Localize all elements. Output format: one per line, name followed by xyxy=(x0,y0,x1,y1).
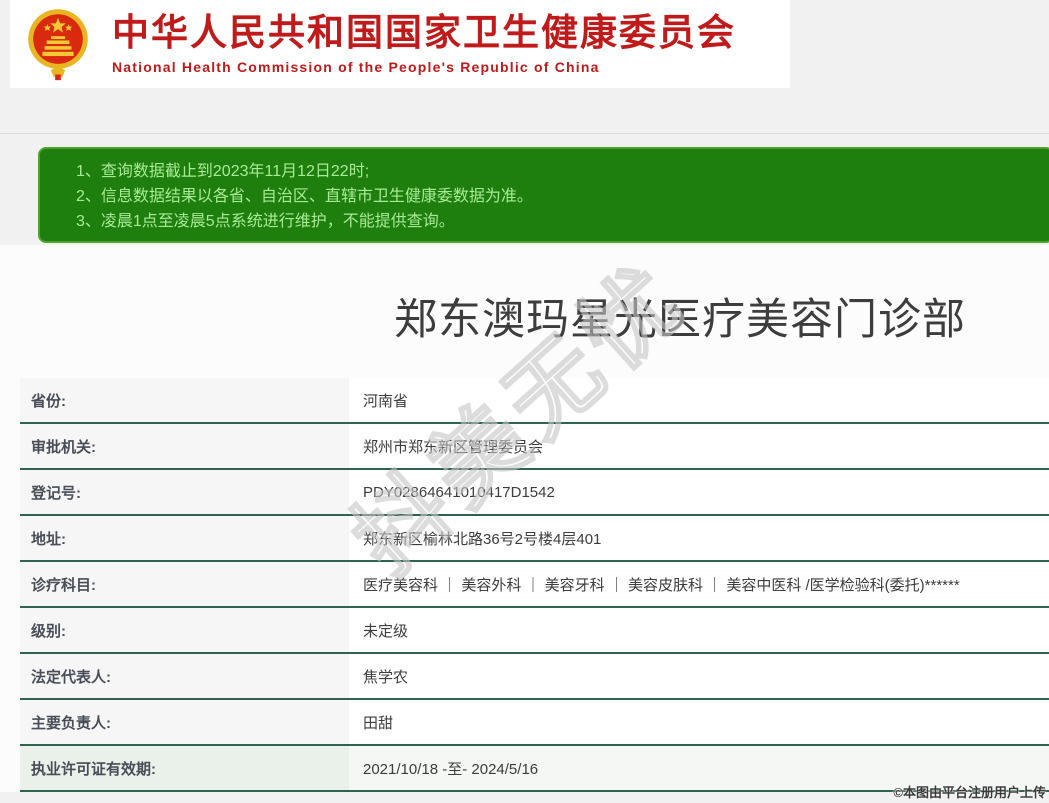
row-label: 审批机关: xyxy=(20,424,349,468)
row-label: 地址: xyxy=(20,516,349,560)
row-label: 执业许可证有效期: xyxy=(20,746,349,790)
row-label: 级别: xyxy=(20,608,349,652)
table-row: 法定代表人: 焦学农 xyxy=(20,654,1049,700)
site-title-english: National Health Commission of the People… xyxy=(112,59,600,76)
row-value: 河南省 xyxy=(349,378,1049,422)
row-label: 主要负责人: xyxy=(20,700,349,744)
table-row: 登记号: PDY02864641010417D1542 xyxy=(20,470,1049,516)
institution-info-table: 省份: 河南省 审批机关: 郑州市郑东新区管理委员会 登记号: PDY02864… xyxy=(20,378,1049,792)
table-row: 主要负责人: 田甜 xyxy=(20,700,1049,746)
notice-line-1: 1、查询数据截止到2023年11月12日22时; xyxy=(76,163,370,180)
row-label: 省份: xyxy=(20,378,349,422)
header-divider xyxy=(0,133,1049,134)
table-row: 省份: 河南省 xyxy=(20,378,1049,424)
national-emblem-icon xyxy=(28,9,88,81)
row-label: 诊疗科目: xyxy=(20,562,349,606)
table-row: 级别: 未定级 xyxy=(20,608,1049,654)
site-title-chinese: 中华人民共和国国家卫生健康委员会 xyxy=(112,11,736,53)
notice-line-3: 3、凌晨1点至凌晨5点系统进行维护，不能提供查询。 xyxy=(76,213,455,230)
row-value: 郑东新区榆林北路36号2号楼4层401 xyxy=(349,516,1049,560)
table-row: 地址: 郑东新区榆林北路36号2号楼4层401 xyxy=(20,516,1049,562)
notice-line-2: 2、信息数据结果以各省、自治区、直辖市卫生健康委数据为准。 xyxy=(76,188,533,205)
table-row: 诊疗科目: 医疗美容科 ｜ 美容外科 ｜ 美容牙科 ｜ 美容皮肤科 ｜ 美容中医… xyxy=(20,562,1049,608)
notice-banner: 1、查询数据截止到2023年11月12日22时; 2、信息数据结果以各省、自治区… xyxy=(38,147,1049,243)
row-value: 医疗美容科 ｜ 美容外科 ｜ 美容牙科 ｜ 美容皮肤科 ｜ 美容中医科 /医学检… xyxy=(349,562,1049,606)
row-value: 未定级 xyxy=(349,608,1049,652)
upload-attribution-watermark: ©本图由平台注册用户上传 xyxy=(893,785,1046,800)
table-row: 审批机关: 郑州市郑东新区管理委员会 xyxy=(20,424,1049,470)
row-label: 登记号: xyxy=(20,470,349,514)
row-value: 郑州市郑东新区管理委员会 xyxy=(349,424,1049,468)
row-value: PDY02864641010417D1542 xyxy=(349,470,1049,514)
row-label: 法定代表人: xyxy=(20,654,349,698)
row-value: 焦学农 xyxy=(349,654,1049,698)
institution-name-title: 郑东澳玛星光医疗美容门诊部 xyxy=(394,296,966,344)
site-header: 中华人民共和国国家卫生健康委员会 National Health Commiss… xyxy=(10,0,790,88)
row-value: 田甜 xyxy=(349,700,1049,744)
query-result-panel: 郑东澳玛星光医疗美容门诊部 省份: 河南省 审批机关: 郑州市郑东新区管理委员会… xyxy=(0,245,1049,792)
